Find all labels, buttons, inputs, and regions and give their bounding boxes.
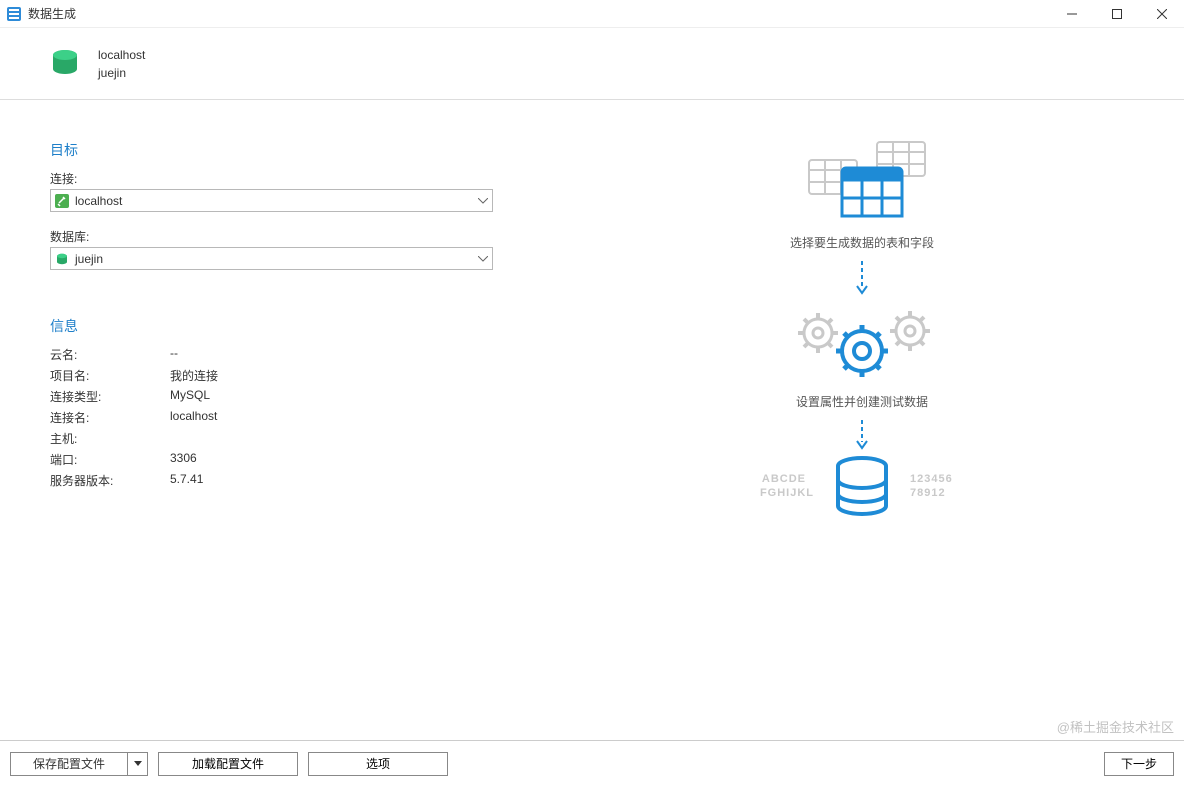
info-label: 主机: [50,430,170,447]
right-panel: 选择要生成数据的表和字段 [540,100,1184,740]
info-value: 5.7.41 [170,472,540,489]
database-icon [48,47,82,81]
side-text: 78912 [910,487,946,499]
save-profile-label: 保存配置文件 [11,753,127,775]
connection-plug-icon [55,194,69,208]
info-value: 3306 [170,451,540,468]
illustration-caption-2: 设置属性并创建测试数据 [796,393,928,410]
minimize-button[interactable] [1049,0,1094,28]
info-label: 连接类型: [50,388,170,405]
database-dropdown[interactable]: juejin [50,247,493,270]
header-host: localhost [98,46,145,64]
header-band: localhost juejin [0,28,1184,100]
database-illustration: ABCDE FGHIJKL 123456 78912 [752,452,972,532]
left-panel: 目标 连接: localhost 数据库: [0,100,540,740]
info-section-title: 信息 [50,316,540,336]
connection-label: 连接: [50,170,540,187]
info-value: MySQL [170,388,540,405]
tables-illustration [787,140,937,230]
info-value: localhost [170,409,540,426]
header-database: juejin [98,64,145,82]
info-label: 服务器版本: [50,472,170,489]
footer: 保存配置文件 加载配置文件 选项 下一步 [0,740,1184,786]
info-value [170,430,540,447]
load-profile-button[interactable]: 加载配置文件 [158,752,298,776]
chevron-down-icon [478,256,488,262]
titlebar: 数据生成 [0,0,1184,28]
database-small-icon [55,252,69,266]
connection-dropdown[interactable]: localhost [50,189,493,212]
side-text: ABCDE [762,473,806,485]
illustration-caption-1: 选择要生成数据的表和字段 [790,234,934,251]
info-label: 连接名: [50,409,170,426]
side-text: 123456 [910,473,953,485]
content: 目标 连接: localhost 数据库: [0,100,1184,740]
target-section-title: 目标 [50,140,540,160]
watermark: @稀土掘金技术社区 [1057,717,1174,736]
info-label: 项目名: [50,367,170,384]
app-icon [6,6,22,22]
arrow-down-icon [856,261,868,295]
save-profile-button[interactable]: 保存配置文件 [10,752,148,776]
info-grid: 云名: -- 项目名: 我的连接 连接类型: MySQL 连接名: localh… [50,346,540,489]
maximize-button[interactable] [1094,0,1139,28]
connection-value: localhost [75,194,488,208]
chevron-down-icon [478,198,488,204]
info-label: 云名: [50,346,170,363]
arrow-down-icon [856,420,868,450]
database-value: juejin [75,252,488,266]
info-value: -- [170,346,540,363]
dropdown-caret-icon[interactable] [127,753,147,775]
gears-illustration [782,299,942,389]
close-button[interactable] [1139,0,1184,28]
database-label: 数据库: [50,228,540,245]
options-button[interactable]: 选项 [308,752,448,776]
info-value: 我的连接 [170,367,540,384]
next-button[interactable]: 下一步 [1104,752,1174,776]
side-text: FGHIJKL [760,487,814,499]
info-label: 端口: [50,451,170,468]
window-controls [1049,0,1184,28]
window-title: 数据生成 [28,5,76,22]
